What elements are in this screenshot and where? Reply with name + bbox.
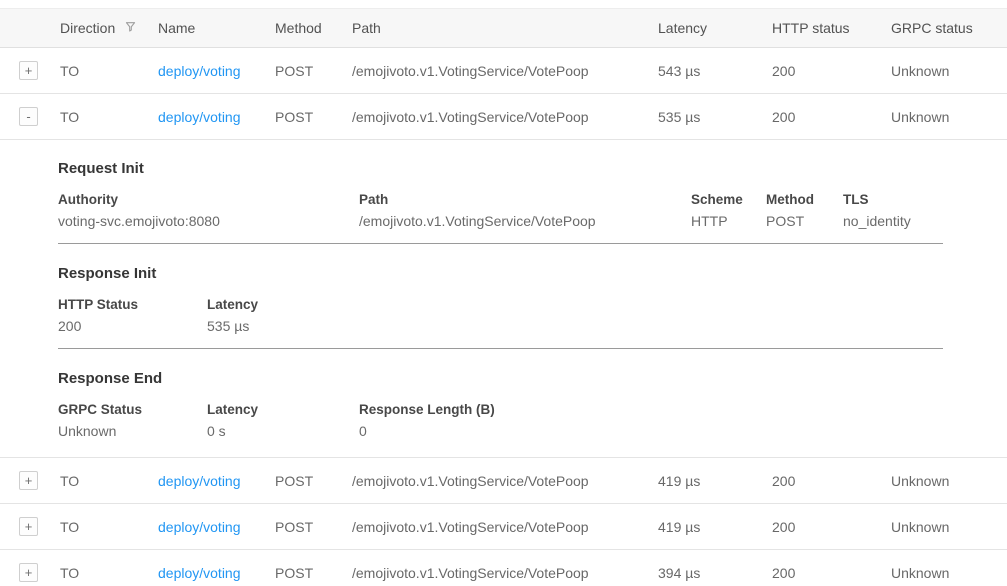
detail-field-grpc-status: GRPC Status Unknown (58, 402, 207, 439)
latency-cell: 419 µs (658, 473, 772, 489)
detail-field-latency: Latency 535 µs (207, 297, 943, 334)
latency-cell: 535 µs (658, 109, 772, 125)
detail-field-tls: TLS no_identity (843, 192, 943, 229)
direction-cell: TO (60, 519, 158, 535)
path-cell: /emojivoto.v1.VotingService/VotePoop (352, 109, 658, 125)
grpc-status-cell: Unknown (891, 473, 1007, 489)
path-cell: /emojivoto.v1.VotingService/VotePoop (352, 565, 658, 581)
expand-row-button[interactable]: + (19, 471, 38, 490)
table-row: + TO deploy/voting POST /emojivoto.v1.Vo… (0, 504, 1007, 550)
grpc-status-cell: Unknown (891, 519, 1007, 535)
section-divider (58, 348, 943, 349)
filter-funnel-icon[interactable] (124, 20, 137, 36)
col-header-path: Path (352, 20, 658, 36)
detail-field-path: Path /emojivoto.v1.VotingService/VotePoo… (359, 192, 691, 229)
grpc-status-cell: Unknown (891, 565, 1007, 581)
table-header-row: Direction Name Method Path Latency HTTP … (0, 8, 1007, 48)
direction-cell: TO (60, 63, 158, 79)
col-header-method: Method (275, 20, 352, 36)
request-init-section: Request Init Authority voting-svc.emojiv… (58, 160, 943, 244)
collapse-row-button[interactable]: - (19, 107, 38, 126)
expand-row-button[interactable]: + (19, 517, 38, 536)
grpc-status-cell: Unknown (891, 109, 1007, 125)
latency-cell: 543 µs (658, 63, 772, 79)
name-link[interactable]: deploy/voting (158, 565, 241, 581)
table-row: + TO deploy/voting POST /emojivoto.v1.Vo… (0, 550, 1007, 586)
path-cell: /emojivoto.v1.VotingService/VotePoop (352, 519, 658, 535)
col-header-direction-label: Direction (60, 20, 115, 36)
name-link[interactable]: deploy/voting (158, 63, 241, 79)
col-header-name: Name (158, 20, 275, 36)
http-status-cell: 200 (772, 473, 891, 489)
http-status-cell: 200 (772, 565, 891, 581)
method-cell: POST (275, 63, 352, 79)
method-cell: POST (275, 565, 352, 581)
expand-row-button[interactable]: + (19, 563, 38, 582)
section-title: Request Init (58, 160, 943, 177)
response-end-section: Response End GRPC Status Unknown Latency… (58, 370, 943, 439)
section-title: Response Init (58, 265, 943, 282)
method-cell: POST (275, 473, 352, 489)
table-row: + TO deploy/voting POST /emojivoto.v1.Vo… (0, 458, 1007, 504)
col-header-direction: Direction (60, 20, 158, 36)
method-cell: POST (275, 109, 352, 125)
detail-field-scheme: Scheme HTTP (691, 192, 766, 229)
latency-cell: 394 µs (658, 565, 772, 581)
detail-field-method: Method POST (766, 192, 843, 229)
expand-row-button[interactable]: + (19, 61, 38, 80)
detail-field-latency: Latency 0 s (207, 402, 359, 439)
table-row-expanded: - TO deploy/voting POST /emojivoto.v1.Vo… (0, 94, 1007, 140)
col-header-grpc-status: GRPC status (891, 20, 1007, 36)
name-link[interactable]: deploy/voting (158, 519, 241, 535)
direction-cell: TO (60, 473, 158, 489)
http-status-cell: 200 (772, 109, 891, 125)
latency-cell: 419 µs (658, 519, 772, 535)
name-link[interactable]: deploy/voting (158, 109, 241, 125)
path-cell: /emojivoto.v1.VotingService/VotePoop (352, 63, 658, 79)
response-init-section: Response Init HTTP Status 200 Latency 53… (58, 265, 943, 349)
detail-field-http-status: HTTP Status 200 (58, 297, 207, 334)
path-cell: /emojivoto.v1.VotingService/VotePoop (352, 473, 658, 489)
col-header-http-status: HTTP status (772, 20, 891, 36)
direction-cell: TO (60, 565, 158, 581)
expanded-row-detail-panel: Request Init Authority voting-svc.emojiv… (0, 140, 1007, 458)
name-link[interactable]: deploy/voting (158, 473, 241, 489)
table-row: + TO deploy/voting POST /emojivoto.v1.Vo… (0, 48, 1007, 94)
detail-field-authority: Authority voting-svc.emojivoto:8080 (58, 192, 359, 229)
detail-field-response-length: Response Length (B) 0 (359, 402, 943, 439)
http-status-cell: 200 (772, 63, 891, 79)
grpc-status-cell: Unknown (891, 63, 1007, 79)
direction-cell: TO (60, 109, 158, 125)
method-cell: POST (275, 519, 352, 535)
section-title: Response End (58, 370, 943, 387)
http-status-cell: 200 (772, 519, 891, 535)
top-cropped-strip (0, 0, 1007, 8)
col-header-latency: Latency (658, 20, 772, 36)
section-divider (58, 243, 943, 244)
